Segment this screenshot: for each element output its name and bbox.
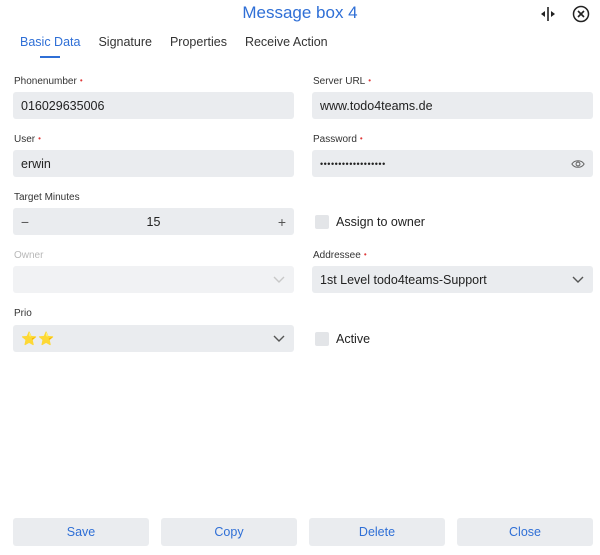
password-value: ••••••••••••••••••	[320, 158, 386, 169]
server-url-value: www.todo4teams.de	[320, 98, 433, 113]
server-url-label: Server URL •	[313, 76, 372, 87]
chevron-down-icon	[272, 273, 286, 287]
password-field[interactable]: ••••••••••••••••••	[312, 150, 593, 177]
tab-basic-data[interactable]: Basic Data	[20, 35, 80, 58]
resize-icon[interactable]	[538, 4, 558, 24]
phonenumber-field[interactable]: 016029635006	[13, 92, 294, 119]
chevron-down-icon[interactable]	[272, 332, 286, 346]
close-button[interactable]: Close	[457, 518, 593, 546]
window-title: Message box 4	[242, 3, 358, 22]
required-marker: •	[359, 134, 363, 143]
decrement-button[interactable]: −	[13, 214, 37, 230]
copy-button[interactable]: Copy	[161, 518, 297, 546]
required-marker: •	[38, 134, 41, 143]
target-minutes-label: Target Minutes	[14, 192, 80, 203]
eye-icon[interactable]	[571, 157, 585, 171]
addressee-value: 1st Level todo4teams-Support	[320, 272, 487, 287]
save-button[interactable]: Save	[13, 518, 149, 546]
increment-button[interactable]: +	[270, 214, 294, 230]
addressee-select[interactable]: 1st Level todo4teams-Support	[312, 266, 593, 293]
active-label: Active	[336, 332, 371, 346]
tab-bar: Basic Data Signature Properties Receive …	[20, 35, 346, 58]
user-value: erwin	[21, 156, 51, 171]
required-marker: •	[79, 76, 83, 85]
chevron-down-icon[interactable]	[571, 273, 585, 287]
checkbox-box[interactable]	[315, 215, 329, 229]
close-icon[interactable]	[571, 4, 591, 24]
tab-receive-action[interactable]: Receive Action	[245, 35, 328, 56]
required-marker: •	[363, 250, 367, 259]
user-label: User •	[14, 134, 41, 145]
active-checkbox[interactable]: Active	[315, 332, 370, 346]
user-field[interactable]: erwin	[13, 150, 294, 177]
password-label: Password •	[313, 134, 363, 145]
addressee-label: Addressee •	[313, 250, 367, 261]
prio-label: Prio	[14, 308, 32, 319]
required-marker: •	[368, 76, 372, 85]
owner-label: Owner	[14, 250, 44, 261]
assign-to-owner-checkbox[interactable]: Assign to owner	[315, 215, 425, 229]
server-url-field[interactable]: www.todo4teams.de	[312, 92, 593, 119]
tab-properties[interactable]: Properties	[170, 35, 227, 56]
phonenumber-label: Phonenumber •	[14, 76, 83, 87]
phonenumber-value: 016029635006	[21, 98, 105, 113]
owner-select	[13, 266, 294, 293]
target-minutes-stepper: − 15 +	[13, 208, 294, 235]
tab-signature[interactable]: Signature	[98, 35, 152, 56]
prio-select[interactable]: ⭐⭐	[13, 325, 294, 352]
assign-to-owner-label: Assign to owner	[336, 215, 425, 229]
prio-stars: ⭐⭐	[21, 330, 56, 346]
checkbox-box[interactable]	[315, 332, 329, 346]
target-minutes-value[interactable]: 15	[37, 215, 270, 229]
delete-button[interactable]: Delete	[309, 518, 445, 546]
